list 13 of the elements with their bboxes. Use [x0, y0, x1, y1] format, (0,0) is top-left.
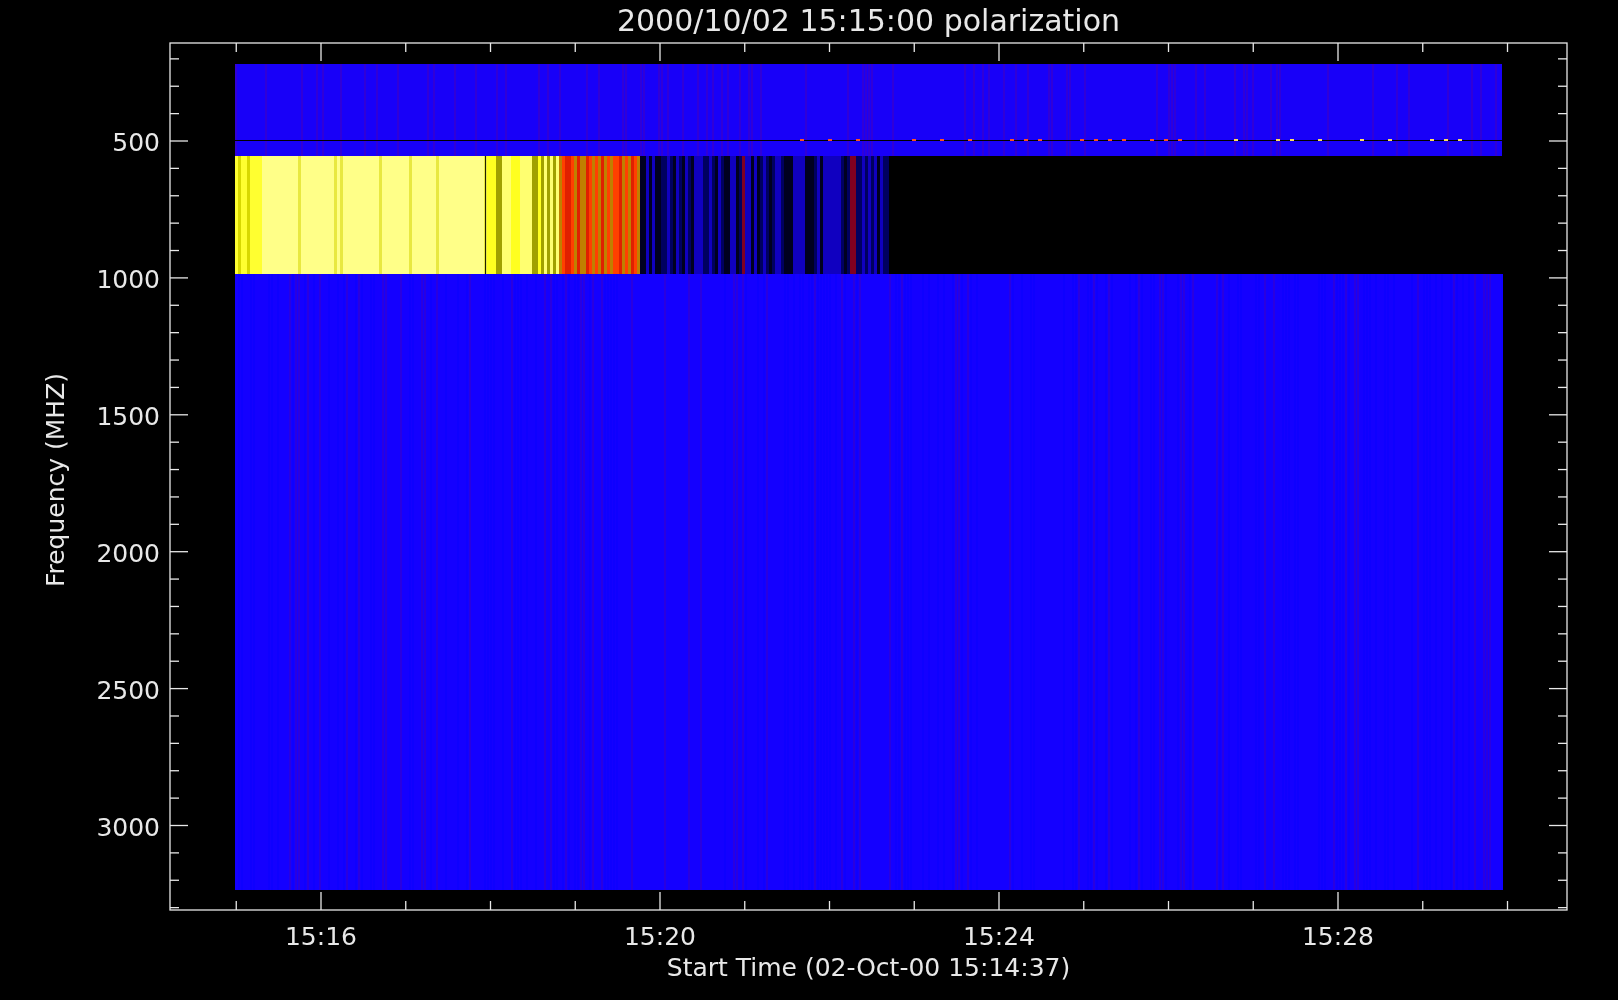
x-tick-label: 15:28 — [1302, 922, 1374, 951]
x-tick-label: 15:20 — [624, 922, 696, 951]
x-tick-label: 15:24 — [963, 922, 1035, 951]
x-axis-label: Start Time (02-Oct-00 15:14:37) — [666, 953, 1071, 982]
y-axis-label: Frequency (MHZ) — [41, 372, 70, 588]
plot-title: 2000/10/02 15:15:00 polarization — [616, 3, 1121, 38]
y-tick-label: 1000 — [96, 264, 160, 294]
y-tick-label: 1500 — [96, 401, 160, 431]
y-tick-label: 2000 — [96, 538, 160, 568]
y-tick-label: 2500 — [96, 675, 160, 705]
y-tick-label: 3000 — [96, 812, 160, 842]
x-tick-label: 15:16 — [285, 922, 357, 951]
y-tick-label: 500 — [112, 128, 160, 157]
